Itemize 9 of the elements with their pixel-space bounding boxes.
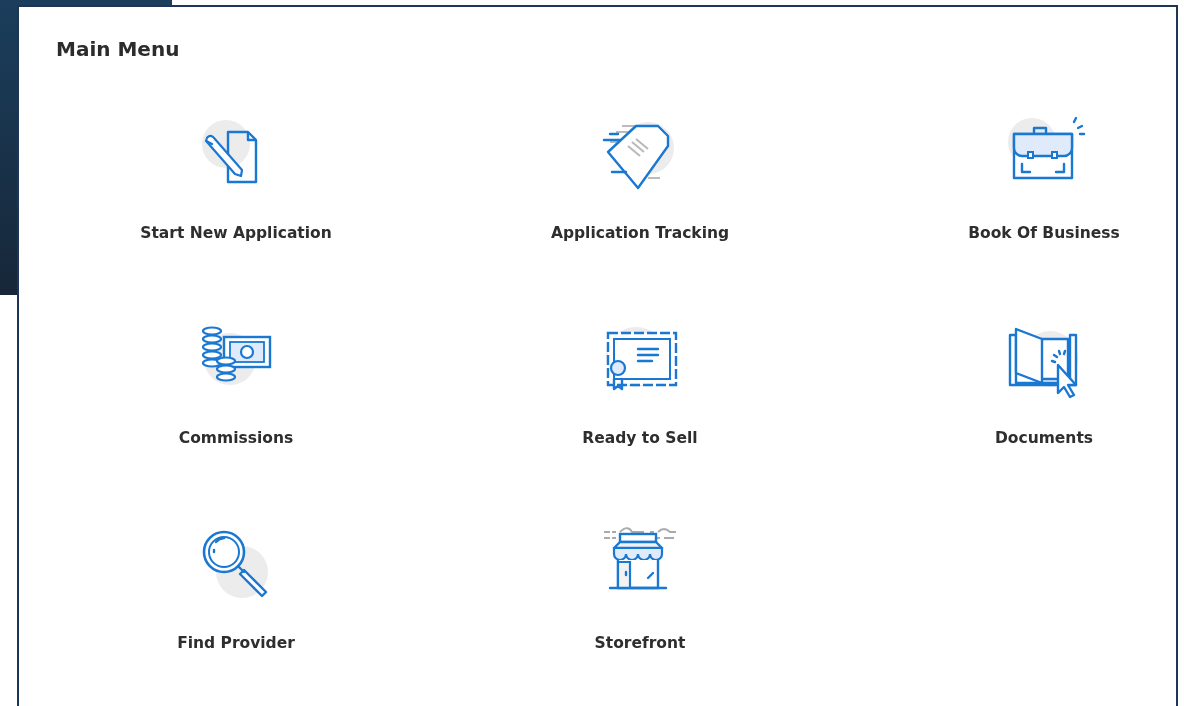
panel-title: Main Menu: [56, 36, 181, 62]
menu-item[interactable]: Application Tracking: [438, 112, 842, 246]
menu-item[interactable]: Commissions: [34, 317, 438, 451]
menu-item[interactable]: Start New Application: [34, 112, 438, 246]
menu-item[interactable]: Storefront: [438, 522, 842, 656]
menu-item[interactable]: Book Of Business: [842, 112, 1176, 246]
menu-item[interactable]: Find Provider: [34, 522, 438, 656]
menu-item[interactable]: Ready to Sell: [438, 317, 842, 451]
menu-item[interactable]: Documents: [842, 317, 1176, 451]
